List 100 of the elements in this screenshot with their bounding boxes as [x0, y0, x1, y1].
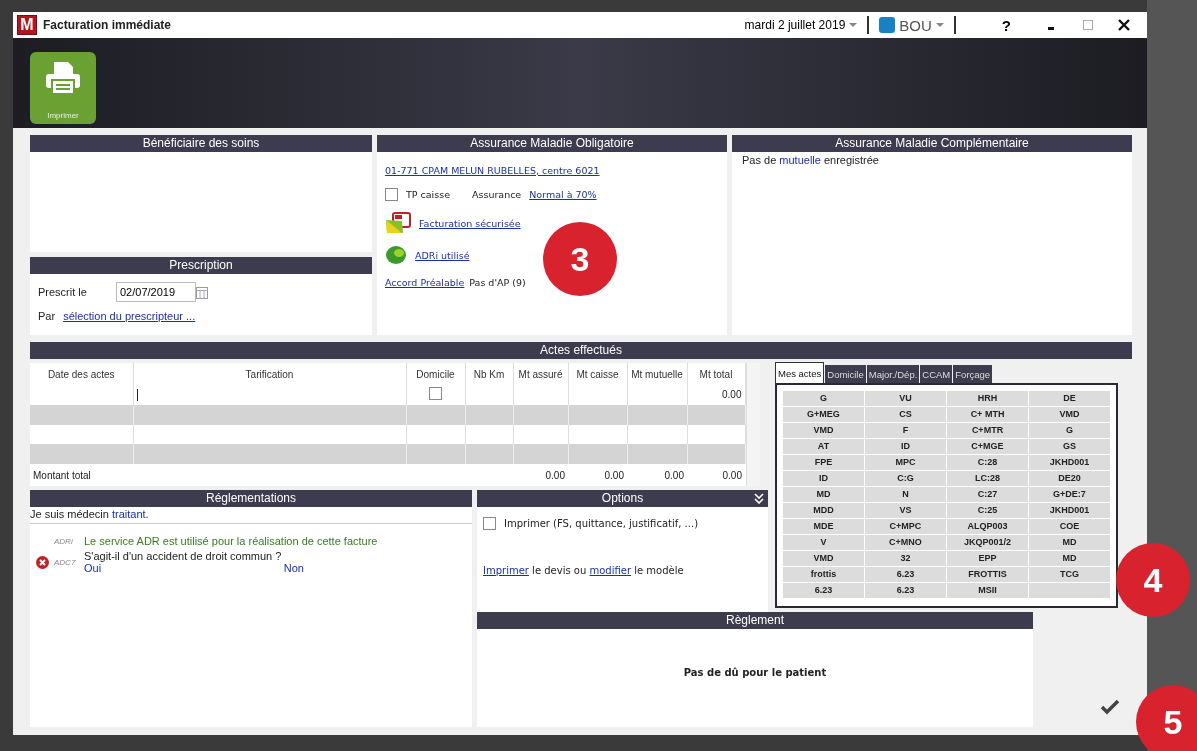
coverage-link[interactable]: Normal à 70% [529, 188, 597, 200]
column-header: Tarification [133, 363, 406, 385]
act-code-button[interactable]: JKHD001 [1029, 455, 1110, 470]
print-link[interactable]: Imprimer [483, 565, 529, 576]
act-code-button[interactable]: DE20 [1029, 471, 1110, 486]
maximize-icon[interactable] [1081, 18, 1095, 32]
act-code-button[interactable]: FPE [783, 455, 864, 470]
act-code-button[interactable]: VMD [1029, 407, 1110, 422]
act-code-button[interactable]: C:28 [947, 455, 1028, 470]
act-code-button[interactable]: HRH [947, 391, 1028, 406]
tab[interactable]: Mes actes [775, 362, 825, 383]
secure-billing-link[interactable]: Facturation sécurisée [419, 217, 521, 229]
help-button[interactable]: ? [995, 15, 1017, 35]
tab[interactable]: Forçage [953, 365, 993, 383]
window-title: Facturation immédiate [43, 18, 173, 32]
message-text: Le service ADR est utilisé pour la réalisation de cette facture [84, 535, 379, 547]
tab[interactable]: Domicile [825, 365, 866, 383]
act-code-button[interactable]: ID [783, 471, 864, 486]
act-code-button[interactable]: JKHD001 [1029, 503, 1110, 518]
answer-link[interactable]: Oui [84, 562, 102, 574]
modify-link[interactable]: modifier [589, 565, 631, 576]
act-code-button[interactable]: C+MPC [865, 519, 946, 534]
insurer-link[interactable]: 01-771 CPAM MELUN RUBELLES, centre 6021 [385, 164, 600, 176]
act-code-button[interactable]: MD [783, 487, 864, 502]
act-code-button[interactable]: MDE [783, 519, 864, 534]
printer-icon [43, 60, 83, 96]
act-code-button[interactable]: ID [865, 439, 946, 454]
supplementary-status: Pas de mutuelle enregistrée [741, 153, 880, 168]
date-selector[interactable]: mardi 2 juillet 2019 [744, 18, 858, 32]
act-code-button[interactable]: 6.23 [865, 583, 946, 598]
doctor-status: Je suis médecin traitant. [30, 507, 472, 524]
dropdown-icon [935, 22, 944, 28]
act-code-button[interactable]: C:G [865, 471, 946, 486]
act-code-button[interactable]: COE [1029, 519, 1110, 534]
act-code-button[interactable]: G+MEG [783, 407, 864, 422]
expand-icon [754, 493, 764, 504]
act-code-button[interactable]: 32 [865, 551, 946, 566]
act-code-button[interactable]: LC:28 [947, 471, 1028, 486]
act-code-button[interactable]: VMD [783, 551, 864, 566]
act-code-button[interactable]: G [1029, 423, 1110, 438]
section-header: Assurance Maladie Complémentaire [732, 135, 1132, 152]
act-code-button[interactable]: VS [865, 503, 946, 518]
act-code-button[interactable]: ALQP003 [947, 519, 1028, 534]
checkbox[interactable] [483, 516, 496, 530]
act-code-button[interactable]: MD [1029, 551, 1110, 566]
act-code-button[interactable]: JKQP001/2 [947, 535, 1028, 550]
checkbox[interactable] [429, 387, 442, 401]
total-label: Montant total [33, 469, 91, 481]
mutual-link[interactable]: mutuelle [779, 154, 821, 166]
act-code-button[interactable]: F [865, 423, 946, 438]
act-code-button[interactable]: 6.23 [865, 567, 946, 582]
act-code-button[interactable]: V [783, 535, 864, 550]
callout-badge: 5 [1136, 685, 1197, 751]
act-code-button[interactable]: 6.23 [783, 583, 864, 598]
prior-approval-link[interactable]: Accord Préalable [385, 276, 465, 288]
act-code-button[interactable]: frottis [783, 567, 864, 582]
act-code-button[interactable]: MSII [947, 583, 1028, 598]
act-code-button[interactable]: G [783, 391, 864, 406]
act-code-button[interactable]: TCG [1029, 567, 1110, 582]
card-reader-icon [385, 212, 411, 234]
act-code-button[interactable]: C:27 [947, 487, 1028, 502]
adri-link[interactable]: ADRi utilisé [415, 249, 470, 261]
act-code-button[interactable]: VU [865, 391, 946, 406]
act-code-button[interactable]: EPP [947, 551, 1028, 566]
answer-link[interactable]: Non [283, 562, 304, 574]
checkmark-icon[interactable] [1100, 699, 1120, 715]
checkbox[interactable] [385, 187, 398, 201]
act-code-button[interactable]: MDD [783, 503, 864, 518]
table-cell: 0.00 [722, 469, 742, 481]
act-code-button[interactable]: C+ MTH [947, 407, 1028, 422]
act-code-button[interactable]: N [865, 487, 946, 502]
message-code: ADRi [54, 536, 74, 546]
act-code-button[interactable]: CS [865, 407, 946, 422]
date-field[interactable]: 02/07/2019 [116, 282, 196, 302]
act-code-button[interactable]: DE [1029, 391, 1110, 406]
callout-badge: 4 [1116, 543, 1190, 617]
close-icon[interactable] [1117, 18, 1131, 32]
act-code-button[interactable]: G+DE:7 [1029, 487, 1110, 502]
act-code-button[interactable]: GS [1029, 439, 1110, 454]
act-code-button[interactable]: C:25 [947, 503, 1028, 518]
tab[interactable]: CCAM [920, 365, 953, 383]
act-code-button[interactable]: C+MNO [865, 535, 946, 550]
act-code-button[interactable]: AT [783, 439, 864, 454]
prescriber-link[interactable]: sélection du prescripteur ... [63, 310, 196, 322]
message-code: ADC7 [54, 557, 77, 567]
act-code-button[interactable]: MD [1029, 535, 1110, 550]
act-code-button[interactable]: VMD [783, 423, 864, 438]
section-header: Prescription [30, 257, 372, 274]
user-selector[interactable]: BOU [879, 16, 944, 34]
table-cell: 0.00 [604, 469, 624, 481]
act-code-button[interactable]: C+MTR [947, 423, 1028, 438]
column-header: Mt caisse [568, 363, 627, 385]
tab[interactable]: Major./Dép. [866, 365, 920, 383]
column-header: Mt total [687, 363, 745, 385]
act-code-button[interactable]: C+MGE [947, 439, 1028, 454]
column-header: Date des actes [30, 363, 133, 385]
act-code-button[interactable]: FROTTIS [947, 567, 1028, 582]
treating-link[interactable]: traitant [111, 508, 146, 520]
calendar-icon [196, 285, 208, 299]
act-code-button[interactable]: MPC [865, 455, 946, 470]
